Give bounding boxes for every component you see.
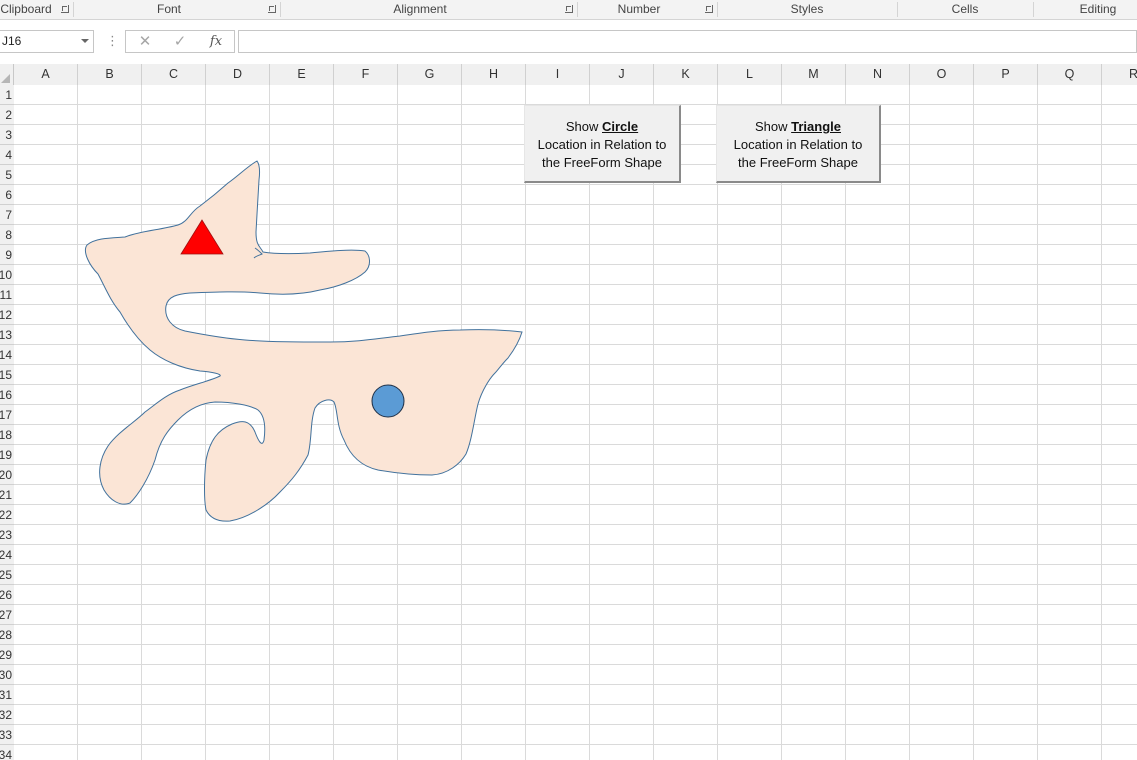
show-triangle-button[interactable]: Show Triangle Location in Relation to th… bbox=[716, 105, 881, 183]
show-circle-button[interactable]: Show Circle Location in Relation to the … bbox=[524, 105, 681, 183]
show-circle-button-line2: Location in Relation to bbox=[537, 137, 667, 152]
show-triangle-button-line3: the FreeForm Shape bbox=[738, 155, 858, 170]
show-circle-button-line3: the FreeForm Shape bbox=[542, 155, 662, 170]
circle-word: Circle bbox=[602, 119, 639, 134]
triangle-word: Triangle bbox=[791, 119, 841, 134]
circle-shape[interactable] bbox=[371, 384, 405, 418]
show-triangle-button-line1: Show Triangle bbox=[755, 119, 841, 134]
freeform-shape[interactable] bbox=[84, 160, 523, 522]
show-triangle-button-line2: Location in Relation to bbox=[733, 137, 863, 152]
show-circle-button-line1: Show Circle bbox=[565, 119, 639, 134]
